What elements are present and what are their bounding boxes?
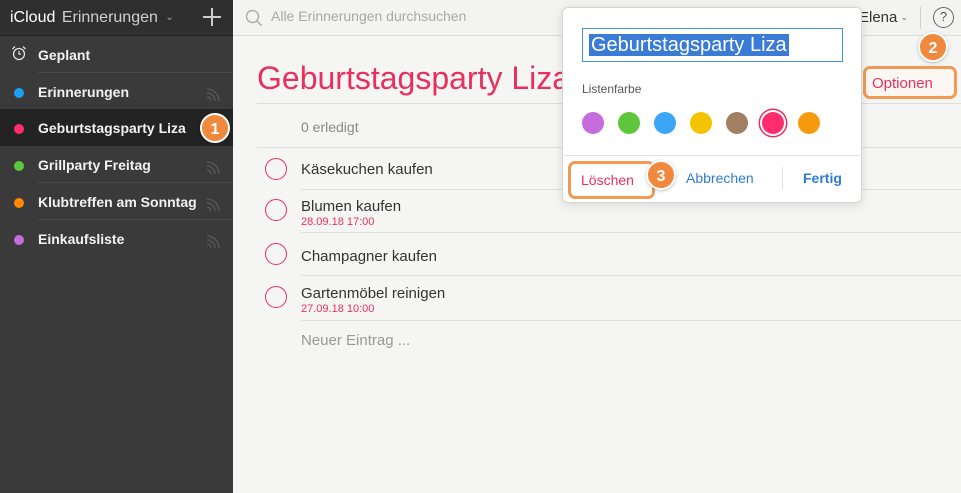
options-button[interactable]: Optionen xyxy=(863,66,957,99)
alarm-clock-icon xyxy=(12,46,26,61)
delete-button[interactable]: Löschen xyxy=(568,161,655,199)
color-label: Listenfarbe xyxy=(582,82,642,96)
list-name-value: Geburtstagsparty Liza xyxy=(589,34,789,56)
help-icon[interactable]: ? xyxy=(933,7,954,28)
divider xyxy=(782,167,783,189)
brand-label: iCloud xyxy=(10,9,56,26)
task-due-date: 28.09.18 17:00 xyxy=(301,216,375,228)
list-color-dot xyxy=(14,124,24,134)
divider xyxy=(301,275,961,276)
delete-label: Löschen xyxy=(581,172,634,188)
divider xyxy=(301,232,961,233)
sidebar-item-label: Erinnerungen xyxy=(38,84,130,100)
step-badge-3: 3 xyxy=(646,160,676,190)
task-title[interactable]: Champagner kaufen xyxy=(301,248,437,265)
sidebar-item-label: Klubtreffen am Sonntag xyxy=(38,194,197,210)
task-title[interactable]: Gartenmöbel reinigen xyxy=(301,285,445,302)
app-name: Erinnerungen xyxy=(61,9,158,26)
sidebar-item-label: Geburtstagsparty Liza xyxy=(38,120,186,136)
list-name-field[interactable]: Geburtstagsparty Liza xyxy=(582,28,843,62)
task-checkbox[interactable] xyxy=(265,199,287,221)
user-name: Elena xyxy=(859,9,898,26)
sidebar-item-grillparty-freitag[interactable]: Grillparty Freitag xyxy=(0,146,233,183)
list-color-dot xyxy=(14,235,24,245)
user-menu[interactable]: Elena ⌄ xyxy=(859,9,908,26)
color-swatch-pink[interactable] xyxy=(762,112,784,134)
color-swatch-brown[interactable] xyxy=(726,112,748,134)
list-options-popover: Geburtstagsparty Liza Listenfarbe Lösche… xyxy=(562,7,862,203)
sidebar-item-erinnerungen[interactable]: Erinnerungen xyxy=(0,73,233,110)
color-swatch-blue[interactable] xyxy=(654,112,676,134)
cancel-button[interactable]: Abbrechen xyxy=(686,170,754,186)
list-color-dot xyxy=(14,88,24,98)
sidebar-item-geplant[interactable]: Geplant xyxy=(0,36,233,73)
color-swatch-purple[interactable] xyxy=(582,112,604,134)
sidebar-item-label: Grillparty Freitag xyxy=(38,157,151,173)
done-button[interactable]: Fertig xyxy=(803,170,842,186)
shared-icon xyxy=(206,88,220,102)
divider xyxy=(920,7,921,29)
task-due-date: 27.09.18 10:00 xyxy=(301,303,375,315)
chevron-down-icon: ⌄ xyxy=(165,12,174,23)
shared-icon xyxy=(206,235,220,249)
list-color-dot xyxy=(14,198,24,208)
task-checkbox[interactable] xyxy=(265,243,287,265)
search-input[interactable] xyxy=(271,8,551,24)
completed-count[interactable]: 0 erledigt xyxy=(301,119,359,135)
new-entry-input[interactable]: Neuer Eintrag ... xyxy=(301,332,410,349)
sidebar-item-einkaufsliste[interactable]: Einkaufsliste xyxy=(0,220,233,257)
task-title[interactable]: Blumen kaufen xyxy=(301,198,401,215)
color-swatch-green[interactable] xyxy=(618,112,640,134)
sidebar-header: iCloud Erinnerungen ⌄ xyxy=(0,0,233,36)
divider xyxy=(563,155,861,156)
chevron-down-icon: ⌄ xyxy=(900,12,908,22)
task-checkbox[interactable] xyxy=(265,158,287,180)
sidebar-item-label: Einkaufsliste xyxy=(38,231,125,247)
step-badge-1: 1 xyxy=(200,113,230,143)
list-color-dot xyxy=(14,161,24,171)
color-swatch-orange[interactable] xyxy=(798,112,820,134)
search-icon xyxy=(245,9,262,26)
shared-icon xyxy=(206,198,220,212)
color-swatch-yellow[interactable] xyxy=(690,112,712,134)
step-badge-2: 2 xyxy=(918,32,948,62)
divider xyxy=(301,320,961,321)
task-title[interactable]: Käsekuchen kaufen xyxy=(301,161,433,178)
task-checkbox[interactable] xyxy=(265,286,287,308)
app-title[interactable]: iCloud Erinnerungen ⌄ xyxy=(10,9,174,27)
sidebar-item-klubtreffen-am-sonntag[interactable]: Klubtreffen am Sonntag xyxy=(0,183,233,220)
page-title: Geburtstagsparty Liza xyxy=(257,60,571,96)
add-list-icon[interactable] xyxy=(202,7,222,27)
shared-icon xyxy=(206,161,220,175)
options-label: Optionen xyxy=(872,75,933,92)
sidebar-item-geburtstagsparty-liza[interactable]: Geburtstagsparty Liza xyxy=(0,109,233,146)
sidebar-item-label: Geplant xyxy=(38,47,91,63)
sidebar: iCloud Erinnerungen ⌄ Geplant Erinnerung… xyxy=(0,0,233,493)
